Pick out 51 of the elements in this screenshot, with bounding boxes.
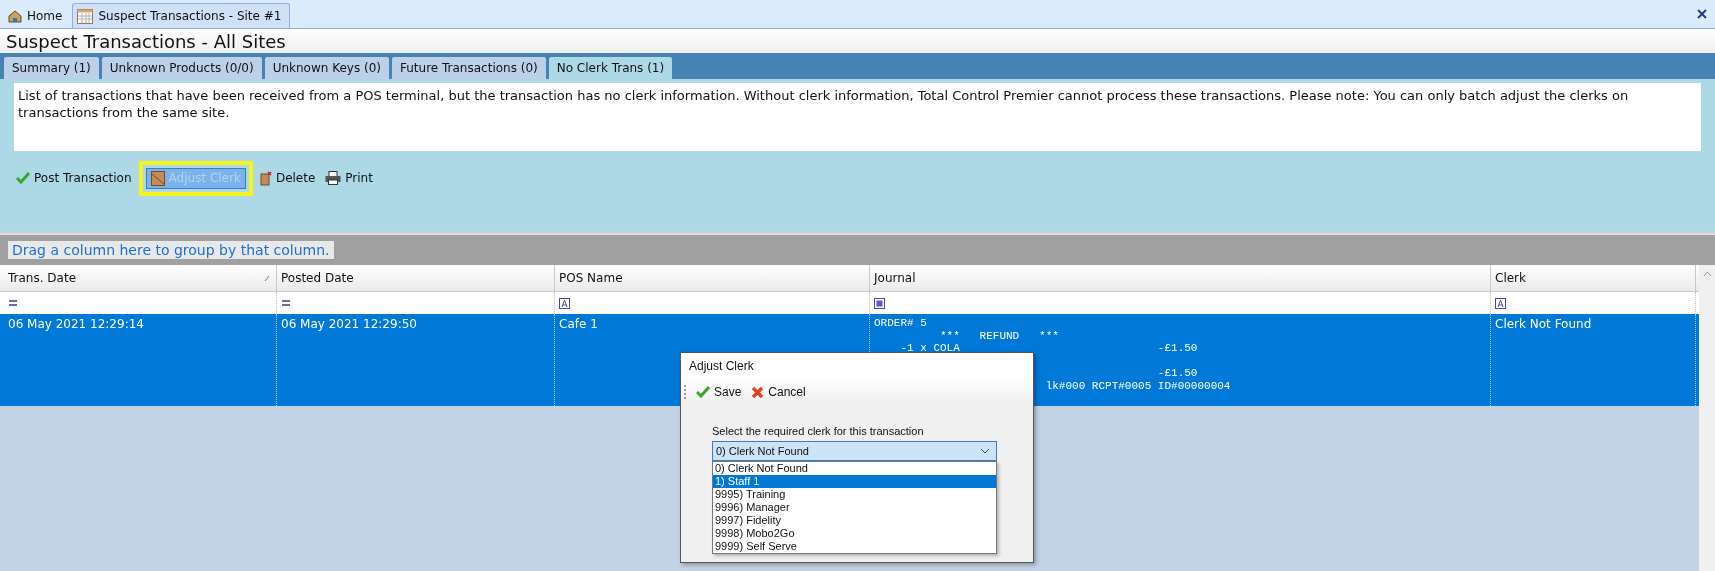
dropdown-option[interactable]: 9997) Fidelity: [713, 514, 996, 527]
dropdown-option[interactable]: 9999) Self Serve: [713, 540, 996, 553]
check-icon: [696, 386, 710, 398]
toolbar-button[interactable]: Print: [321, 169, 377, 187]
tab[interactable]: Future Transactions (0): [392, 57, 546, 79]
column-header[interactable]: POS Name: [555, 265, 870, 291]
tab[interactable]: Summary (1): [4, 57, 99, 79]
equals-icon[interactable]: [8, 299, 18, 307]
column-header[interactable]: Journal: [870, 265, 1491, 291]
table-cell: 06 May 2021 12:29:50: [281, 317, 417, 331]
dropdown-option[interactable]: 9996) Manager: [713, 501, 996, 514]
dropdown-option[interactable]: 0) Clerk Not Found: [713, 462, 996, 475]
square-filter-icon[interactable]: [874, 297, 885, 309]
column-header[interactable]: Clerk: [1491, 265, 1696, 291]
prompt-label: Select the required clerk for this transaction: [712, 425, 925, 437]
chevron-icon: [980, 448, 990, 454]
toolbar-button[interactable]: Delete: [255, 168, 320, 188]
scrollbar[interactable]: [1699, 265, 1715, 571]
dropdown-option[interactable]: 9998) Mobo2Go: [713, 527, 996, 540]
bin-icon: [259, 170, 272, 186]
equals-icon[interactable]: [281, 299, 291, 307]
close-icon[interactable]: [1697, 9, 1707, 19]
table-cell: Cafe 1: [559, 317, 598, 331]
group-hint: Drag a column here to group by that column.: [8, 241, 334, 259]
printer-icon: [325, 171, 342, 185]
clerk-dropdown[interactable]: 0) Clerk Not Found: [712, 441, 997, 461]
table-cell: 06 May 2021 12:29:14: [8, 317, 144, 331]
table-cell: Clerk Not Found: [1495, 317, 1592, 331]
document-tab[interactable]: Home: [4, 4, 71, 28]
page-title: Suspect Transactions - All Sites: [6, 30, 286, 52]
text-filter-icon[interactable]: [559, 297, 570, 309]
text-filter-icon[interactable]: [1495, 297, 1506, 309]
description-text: List of transactions that have been received from a POS terminal, but the transaction has no clerk information. Without clerk information, Total Control Premier cannot process these transactions. Please note: You can only batch adjust the clerks on transactions from the same site.: [14, 83, 1701, 151]
card-icon: [150, 170, 165, 186]
column-header[interactable]: Posted Date: [277, 265, 555, 291]
toolbar-button[interactable]: Post Transaction: [12, 169, 136, 187]
cancel-button[interactable]: Cancel: [749, 383, 808, 401]
tab[interactable]: No Clerk Trans (1): [548, 57, 673, 79]
dropdown-option[interactable]: 1) Staff 1: [713, 475, 996, 488]
tab[interactable]: Unknown Products (0/0): [101, 57, 262, 79]
house-icon: [8, 9, 22, 23]
dialog-title: Adjust Clerk: [681, 353, 1033, 379]
tab[interactable]: Unknown Keys (0): [264, 57, 389, 79]
dropdown-option[interactable]: 9995) Training: [713, 488, 996, 501]
document-tab[interactable]: Suspect Transactions - Site #1: [72, 3, 291, 28]
sort-icon: [264, 274, 270, 282]
column-header[interactable]: Trans. Date: [4, 265, 277, 291]
save-button[interactable]: Save: [694, 383, 744, 401]
calendar-icon: [77, 8, 94, 24]
close-icon: [751, 385, 765, 399]
check-icon: [16, 172, 30, 184]
